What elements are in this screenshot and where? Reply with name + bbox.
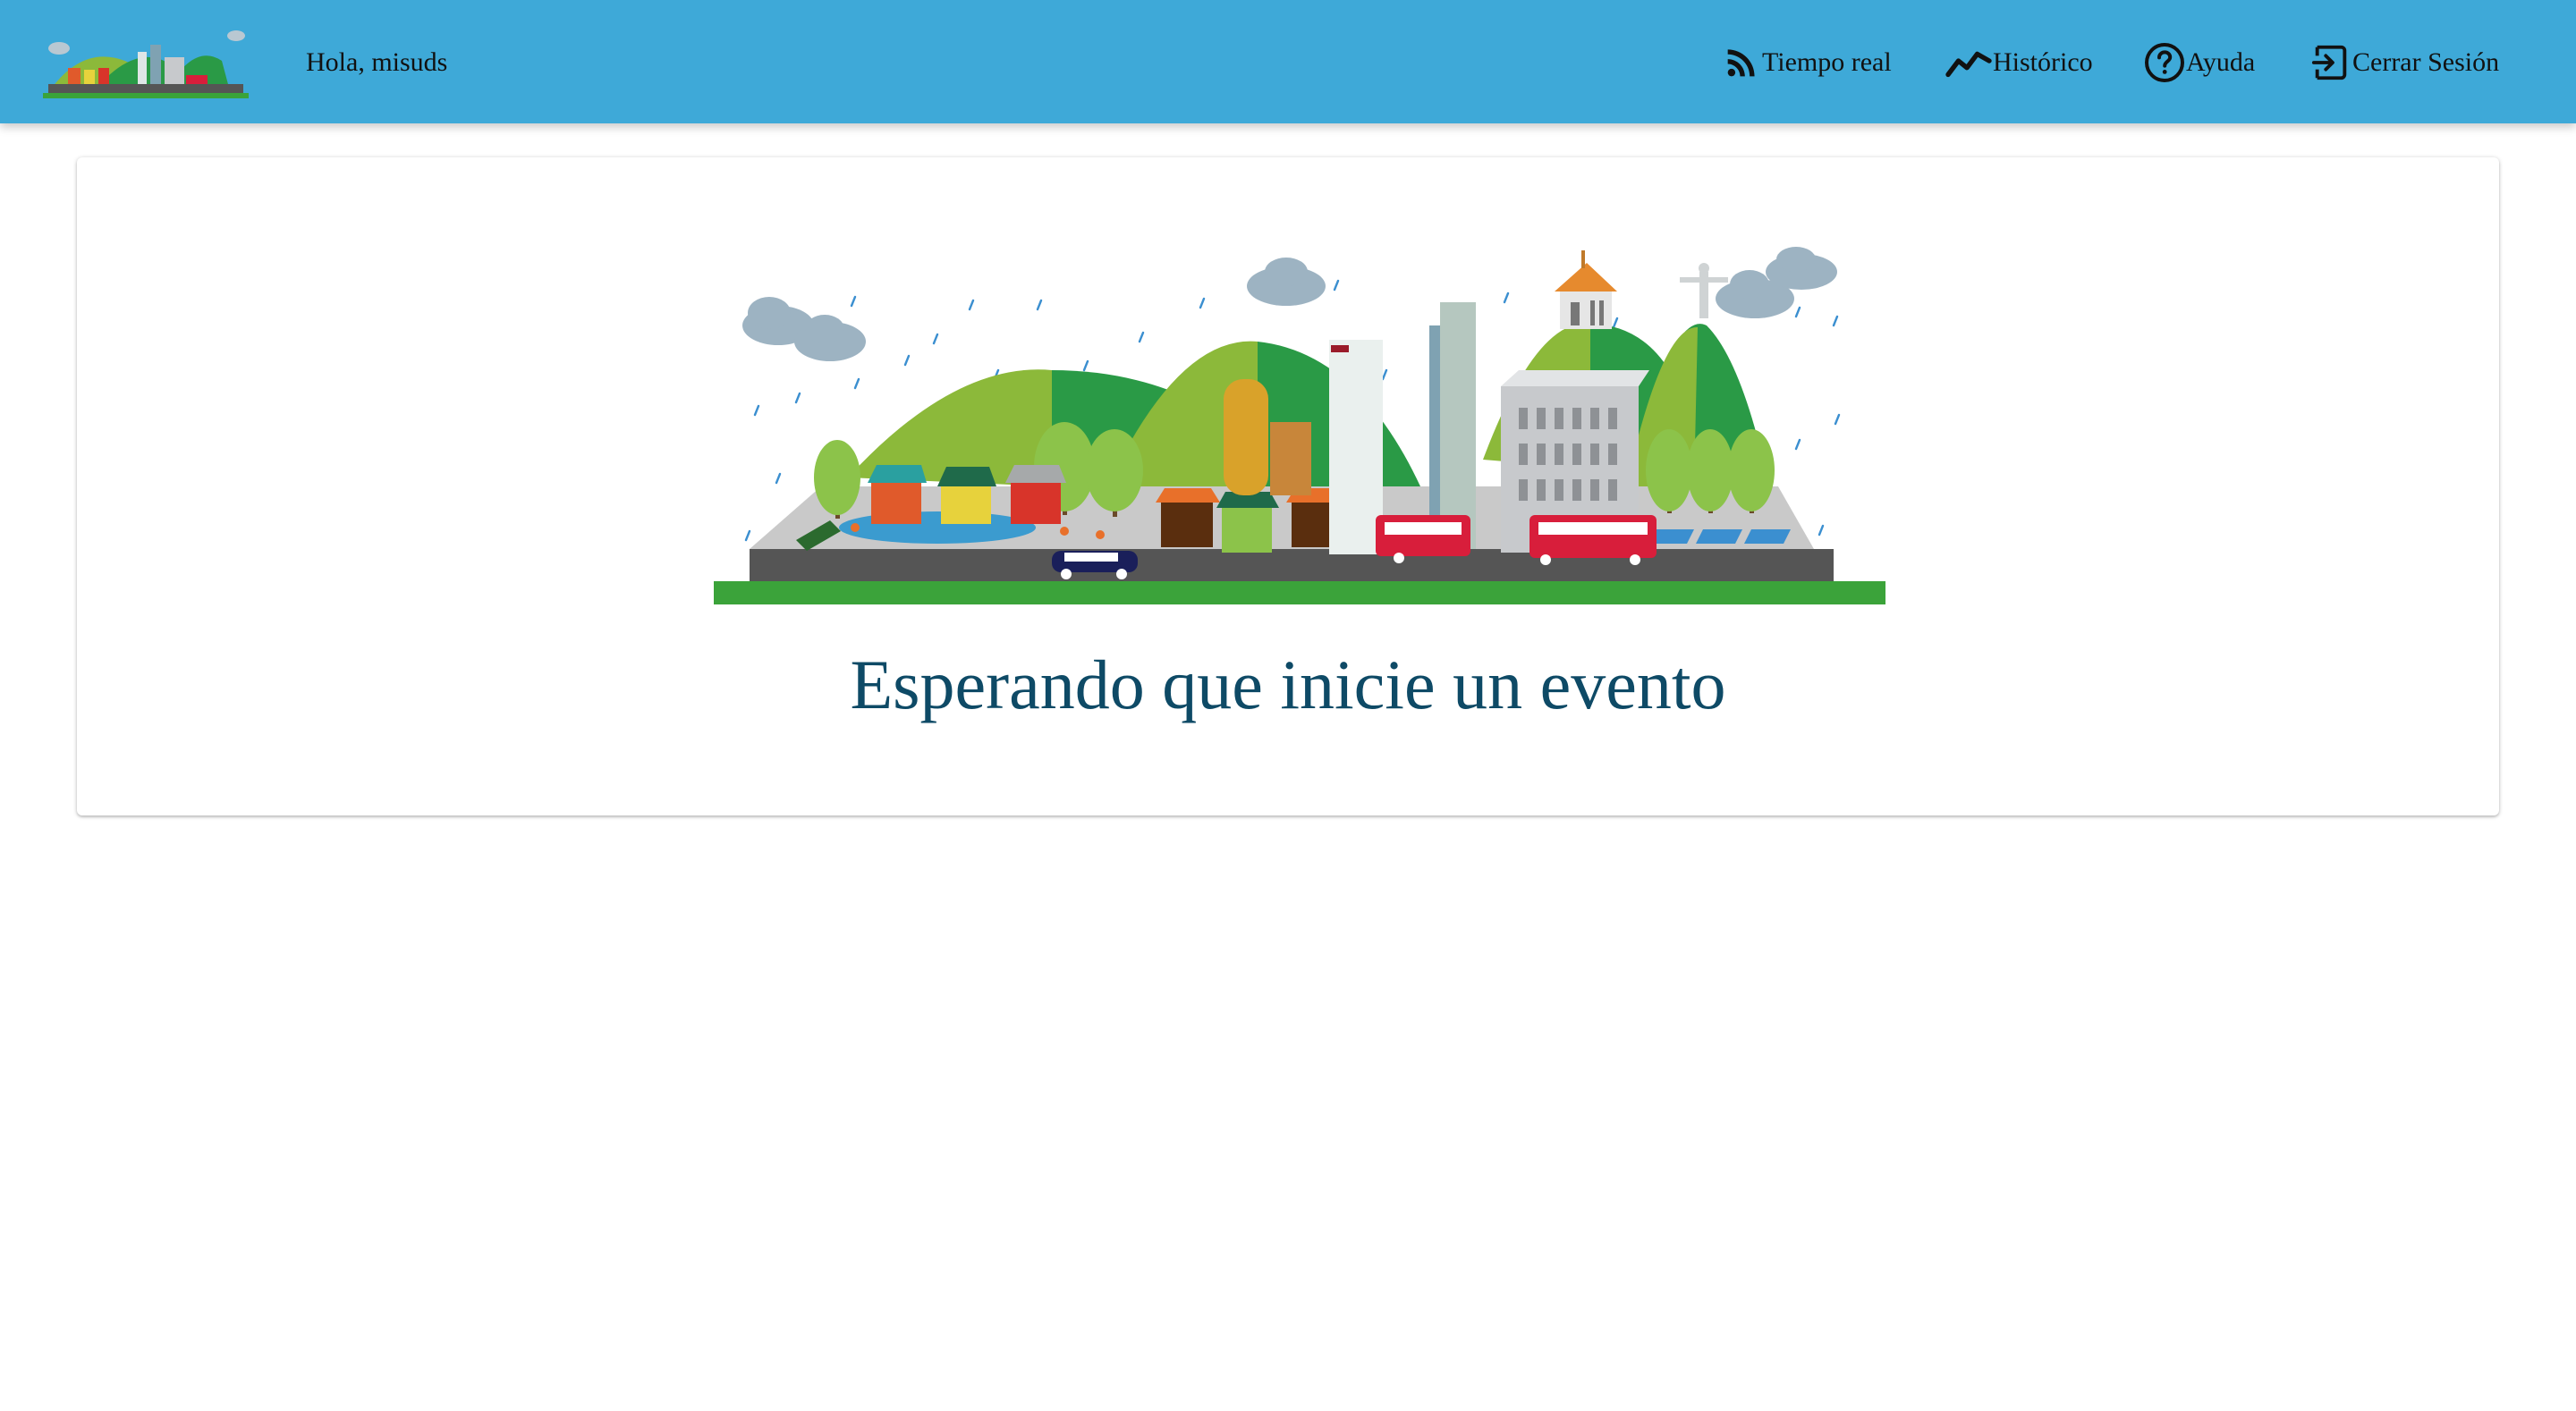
nav-historico[interactable]: Histórico	[1945, 39, 2093, 86]
nav-cerrar-sesion-label: Cerrar Sesión	[2352, 47, 2500, 77]
nav-ayuda[interactable]: Ayuda	[2143, 39, 2255, 86]
greeting-text: Hola, misuds	[306, 47, 448, 77]
nav-cerrar-sesion[interactable]: Cerrar Sesión	[2309, 39, 2499, 86]
city-landscape-illustration	[714, 247, 1885, 604]
rss-feed-icon	[1727, 49, 1755, 77]
help-circle-icon	[2145, 43, 2184, 82]
city-logo-icon[interactable]	[43, 25, 249, 100]
nav-historico-label: Histórico	[1993, 47, 2093, 77]
logout-icon	[2311, 45, 2347, 80]
main-card: Esperando que inicie un evento	[77, 157, 2499, 815]
trend-line-icon	[1945, 51, 1992, 78]
nav-tiempo-real[interactable]: Tiempo real	[1721, 39, 1892, 86]
nav-tiempo-real-label: Tiempo real	[1762, 47, 1892, 77]
top-app-bar: Hola, misuds Tiempo real Histórico Ayuda	[0, 0, 2576, 123]
nav-ayuda-label: Ayuda	[2186, 47, 2256, 77]
waiting-event-message: Esperando que inicie un evento	[850, 646, 1726, 723]
